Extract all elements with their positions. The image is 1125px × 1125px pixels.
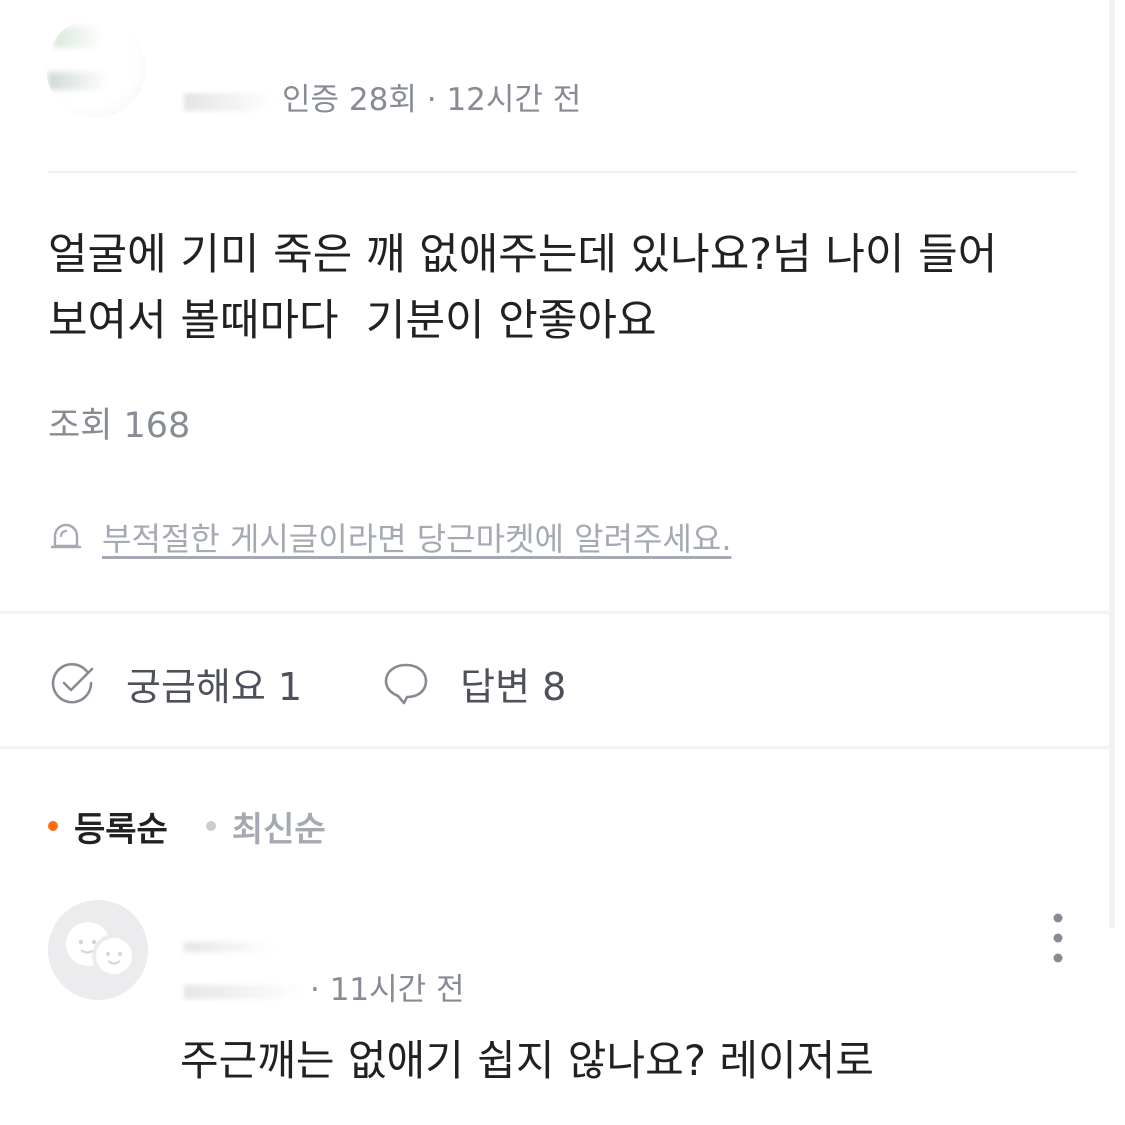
sort-options: 등록순 최신순 — [48, 800, 326, 852]
alarm-bell-icon — [50, 523, 82, 549]
check-circle-icon — [51, 662, 94, 704]
scrollbar[interactable] — [1109, 0, 1115, 928]
verification-count: 인증 28회 — [282, 82, 417, 118]
reply-text: 주근깨는 없애기 쉽지 않나요? 레이저로 — [180, 1036, 874, 1085]
redacted-location — [184, 92, 274, 111]
sort-registered[interactable]: 등록순 — [48, 802, 168, 851]
reply-meta: · 11시간 전 — [184, 968, 465, 1012]
redacted-location — [184, 984, 304, 999]
avatar-image-fragment — [54, 26, 104, 48]
answers-button[interactable]: 답변 8 — [382, 656, 566, 711]
divider — [0, 746, 1110, 749]
sort-registered-label: 등록순 — [74, 809, 168, 850]
answers-label: 답변 8 — [460, 664, 567, 709]
more-vertical-icon[interactable] — [1040, 908, 1076, 968]
post-body: 얼굴에 기미 죽은 깨 없애주는데 있나요?넘 나이 들어 보여서 볼때마다 기… — [48, 222, 1058, 354]
reply-avatar[interactable] — [48, 900, 148, 1000]
curious-button[interactable]: 궁금해요 1 — [48, 656, 302, 711]
post-body-line: 보여서 볼때마다 기분이 안좋아요 — [48, 296, 657, 346]
divider — [0, 611, 1110, 614]
report-link[interactable]: 부적절한 게시글이라면 당근마켓에 알려주세요. — [102, 514, 732, 560]
post-time: 12시간 전 — [446, 82, 582, 118]
author-avatar[interactable] — [46, 18, 146, 118]
question-post-page: 인증 28회 · 12시간 전 얼굴에 기미 죽은 깨 없애주는데 있나요?넘 … — [0, 0, 1125, 1125]
default-profile-icon — [66, 922, 136, 978]
report-row[interactable]: 부적절한 게시글이라면 당근마켓에 알려주세요. — [48, 512, 732, 562]
sort-latest-label: 최신순 — [231, 809, 326, 850]
avatar-image-fragment — [48, 72, 108, 90]
redacted-nickname — [184, 942, 274, 952]
sort-latest[interactable]: 최신순 — [205, 802, 326, 851]
action-bar: 궁금해요 1 답변 8 — [48, 652, 566, 714]
curious-label: 궁금해요 1 — [126, 664, 303, 709]
active-dot-icon — [48, 821, 58, 831]
divider — [48, 171, 1077, 173]
post-body-line: 얼굴에 기미 죽은 깨 없애주는데 있나요?넘 나이 들어 — [48, 230, 998, 280]
view-count: 조회 168 — [48, 406, 191, 446]
author-meta: 인증 28회 · 12시간 전 — [184, 78, 581, 122]
speech-bubble-icon — [384, 663, 428, 705]
reply-time: · 11시간 전 — [310, 972, 465, 1008]
meta-separator: · — [426, 82, 437, 118]
inactive-dot-icon — [205, 821, 216, 831]
